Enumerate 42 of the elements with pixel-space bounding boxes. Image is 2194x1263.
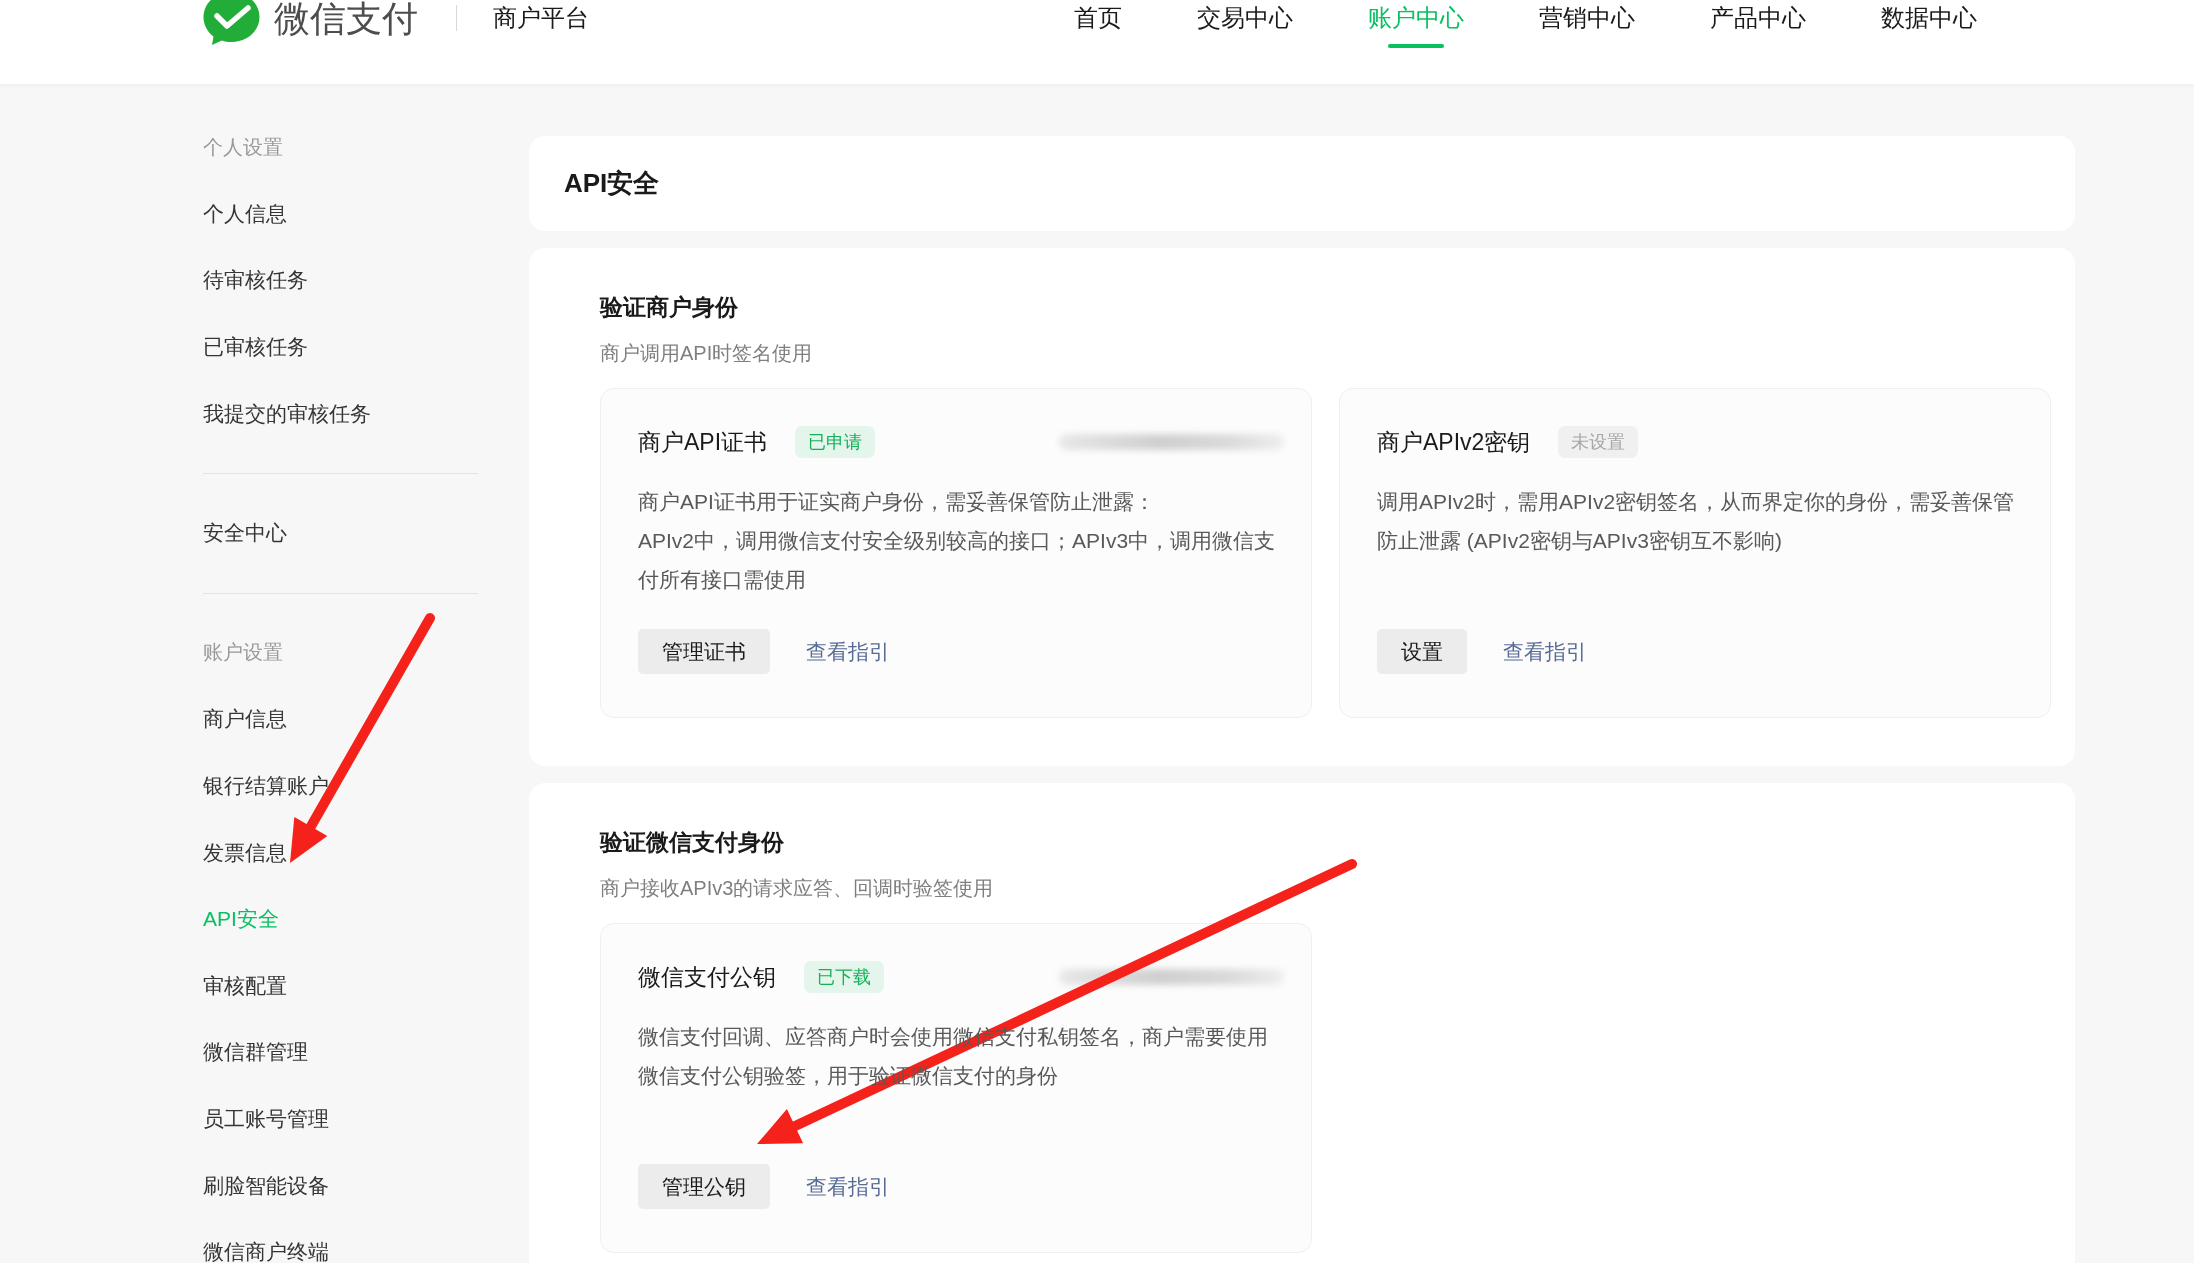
- section-title: 验证微信支付身份: [600, 828, 785, 857]
- action-button[interactable]: 管理公钥: [638, 1164, 770, 1209]
- section-subtitle: 商户调用API时签名使用: [600, 341, 814, 366]
- section-title: 验证商户身份: [600, 293, 739, 322]
- sidebar-item[interactable]: 待审核任务: [203, 266, 308, 295]
- action-button[interactable]: 管理证书: [638, 629, 770, 674]
- sidebar-item[interactable]: 安全中心: [203, 519, 287, 548]
- card-description: 商户API证书用于证实商户身份，需妥善保管防止泄露：: [638, 489, 1156, 515]
- guide-link[interactable]: 查看指引: [1503, 637, 1587, 666]
- guide-link[interactable]: 查看指引: [806, 637, 890, 666]
- sidebar-item[interactable]: 微信商户终端: [203, 1238, 329, 1263]
- card-title: 微信支付公钥: [638, 962, 776, 992]
- sidebar-heading: 账户设置: [203, 640, 283, 666]
- status-badge: 已申请: [795, 426, 876, 458]
- section-subtitle: 商户接收APIv3的请求应答、回调时验签使用: [600, 876, 995, 901]
- status-badge: 未设置: [1558, 426, 1639, 458]
- sidebar-item[interactable]: 个人信息: [203, 199, 287, 228]
- sidebar-item[interactable]: 刷脸智能设备: [203, 1171, 329, 1200]
- status-badge: 已下载: [804, 961, 884, 993]
- nav-tab[interactable]: 数据中心: [1881, 0, 1977, 48]
- platform-name: 商户平台: [493, 3, 589, 33]
- action-button[interactable]: 设置: [1377, 629, 1467, 674]
- card-description: APIv2中，调用微信支付安全级别较高的接口；APIv3中，调用微信支付所有接口需使用: [638, 528, 1277, 593]
- sidebar-item[interactable]: 我提交的审核任务: [203, 399, 371, 428]
- sidebar-item[interactable]: 微信群管理: [203, 1038, 308, 1067]
- guide-link[interactable]: 查看指引: [806, 1172, 890, 1201]
- sidebar-item[interactable]: 员工账号管理: [203, 1105, 329, 1133]
- sidebar-item[interactable]: 商户信息: [203, 705, 287, 734]
- sidebar-item[interactable]: 银行结算账户: [203, 772, 329, 801]
- sidebar-item[interactable]: 发票信息: [203, 838, 287, 867]
- nav-tab[interactable]: 营销中心: [1539, 0, 1635, 48]
- sidebar-heading: 个人设置: [203, 134, 283, 160]
- card-title: 商户API证书: [638, 427, 768, 457]
- nav-tab[interactable]: 首页: [1074, 0, 1122, 48]
- nav-tab[interactable]: 产品中心: [1710, 0, 1806, 48]
- card-title: 商户APIv2密钥: [1377, 427, 1531, 457]
- page-title: API安全: [564, 167, 660, 200]
- nav-tab[interactable]: 交易中心: [1197, 0, 1293, 48]
- card-description: 调用APIv2时，需用APIv2密钥签名，从而界定你的身份，需妥善保管防止泄露 (APIv2密钥与APIv3密钥互不影响): [1377, 489, 2016, 554]
- brand-name: 微信支付: [274, 0, 418, 38]
- sidebar-item[interactable]: 已审核任务: [203, 333, 308, 362]
- sidebar-item[interactable]: 审核配置: [203, 971, 287, 1000]
